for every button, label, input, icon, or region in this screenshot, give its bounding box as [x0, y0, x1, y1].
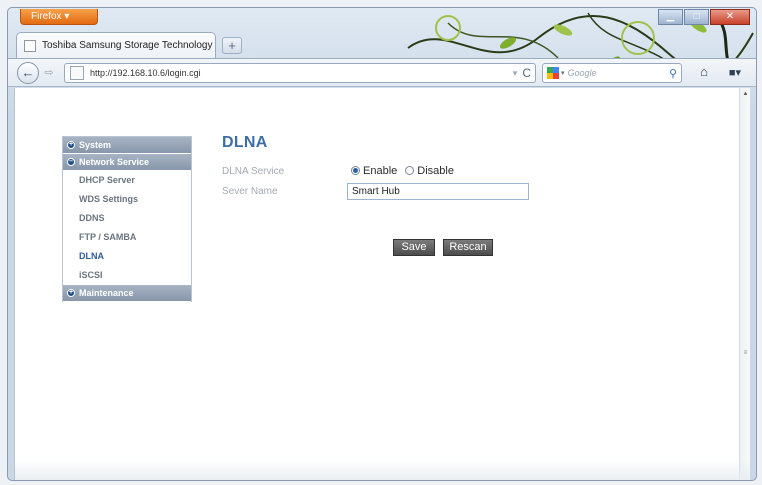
navigation-bar: ← ⇨ http://192.168.10.6/login.cgi ▾ C ▾ …	[8, 58, 756, 87]
search-engine-dropdown-icon[interactable]: ▾	[561, 69, 565, 77]
sidebar-section-label: Maintenance	[79, 288, 134, 298]
settings-sidebar: + System – Network Service DHCP Server W…	[62, 136, 192, 302]
section-plus-icon: +	[67, 289, 75, 297]
radio-unselected-icon[interactable]	[405, 166, 415, 175]
sidebar-section-label: System	[79, 140, 112, 150]
dlna-service-label: DLNA Service	[222, 166, 285, 177]
dlna-service-radio-group: Enable Disable	[351, 165, 454, 177]
search-magnifier-icon[interactable]: ⚲	[669, 67, 677, 80]
rescan-button[interactable]: Rescan	[443, 239, 493, 256]
site-identity-icon[interactable]	[70, 66, 84, 80]
sidebar-item-dhcp-server[interactable]: DHCP Server	[63, 171, 191, 190]
sidebar-section-system[interactable]: + System	[63, 137, 191, 154]
radio-selected-icon[interactable]	[351, 166, 360, 175]
page-viewport: + System – Network Service DHCP Server W…	[14, 88, 750, 480]
sidebar-section-maintenance[interactable]: + Maintenance	[63, 285, 191, 302]
sidebar-section-label: Network Service	[79, 157, 150, 167]
back-arrow-icon[interactable]: ←	[17, 62, 39, 84]
scroll-grip-icon[interactable]: ≡	[742, 348, 749, 358]
sidebar-item-wds-settings[interactable]: WDS Settings	[63, 190, 191, 209]
save-button[interactable]: Save	[393, 239, 435, 256]
firefox-menu-button[interactable]: Firefox ▾	[20, 9, 98, 25]
section-minus-icon: –	[67, 158, 75, 166]
sidebar-item-dlna[interactable]: DLNA	[63, 247, 191, 266]
page-favicon-icon	[24, 39, 36, 52]
sidebar-item-ddns[interactable]: DDNS	[63, 209, 191, 228]
address-bar[interactable]: http://192.168.10.6/login.cgi ▾ C	[64, 63, 536, 83]
browser-tab[interactable]: Toshiba Samsung Storage Technology	[16, 32, 216, 58]
maximize-icon[interactable]: □	[684, 9, 709, 25]
url-text[interactable]: http://192.168.10.6/login.cgi	[90, 68, 513, 78]
search-bar[interactable]: ▾ Google ⚲	[542, 63, 682, 83]
enable-radio-label: Enable	[363, 165, 398, 177]
toolbar-menu-icon[interactable]: ■▾	[722, 64, 748, 83]
page-title: DLNA	[222, 134, 268, 151]
disable-radio-label: Disable	[417, 165, 454, 177]
reload-icon[interactable]: C	[522, 66, 531, 80]
forward-arrow-icon[interactable]: ⇨	[41, 65, 57, 81]
browser-window: Firefox ▾ ▁ □ ✕ Toshiba Samsung Storage …	[7, 7, 757, 481]
close-icon[interactable]: ✕	[710, 9, 750, 25]
server-name-input[interactable]	[347, 183, 529, 200]
server-name-label: Sever Name	[222, 186, 278, 197]
section-plus-icon: +	[67, 141, 75, 149]
sidebar-section-network-service[interactable]: – Network Service	[63, 154, 191, 171]
disable-radio[interactable]: Disable	[405, 165, 454, 177]
google-logo-icon[interactable]	[547, 67, 559, 79]
scroll-up-arrow-icon[interactable]: ▲	[741, 90, 750, 99]
sidebar-item-ftp-samba[interactable]: FTP / SAMBA	[63, 228, 191, 247]
new-tab-button[interactable]: +	[222, 37, 242, 54]
minimize-icon[interactable]: ▁	[658, 9, 683, 25]
enable-radio[interactable]: Enable	[351, 165, 397, 177]
search-placeholder[interactable]: Google	[568, 68, 669, 78]
bottom-fade-overlay	[15, 460, 750, 480]
tab-title: Toshiba Samsung Storage Technology	[42, 40, 213, 51]
vertical-scrollbar[interactable]: ▲ ≡	[739, 88, 750, 480]
sidebar-item-iscsi[interactable]: iSCSI	[63, 266, 191, 285]
home-icon[interactable]: ⌂	[694, 64, 714, 83]
window-controls: ▁ □ ✕	[658, 9, 750, 25]
bookmark-dropdown-icon[interactable]: ▾	[513, 68, 518, 79]
